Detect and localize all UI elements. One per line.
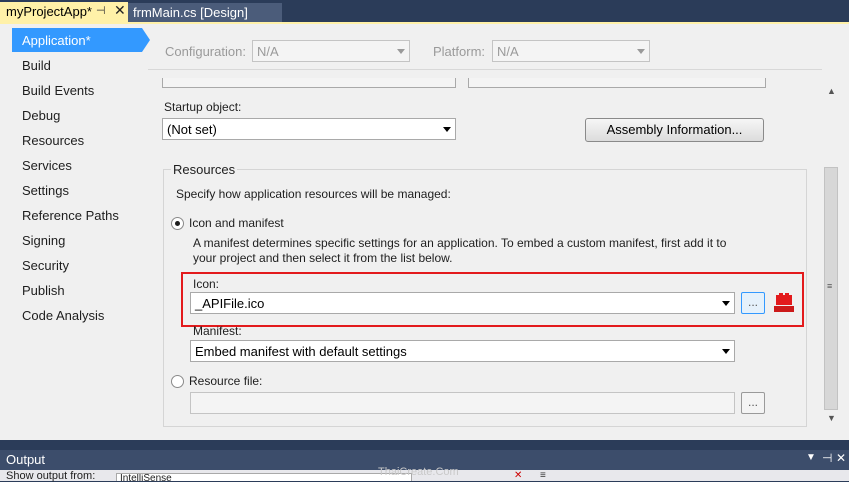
sidebar-item-services[interactable]: Services <box>12 153 148 177</box>
icon-manifest-radio[interactable] <box>171 217 184 230</box>
resource-file-browse-button[interactable]: ... <box>741 392 765 414</box>
tab-myprojectapp[interactable]: myProjectApp* ⊣ ✕ <box>0 2 128 23</box>
close-icon[interactable]: ✕ <box>836 451 846 465</box>
sidebar-item-resources[interactable]: Resources <box>12 128 148 152</box>
chevron-down-icon <box>443 127 451 132</box>
properties-sidebar: Application* Build Build Events Debug Re… <box>0 24 150 440</box>
sidebar-item-label: Application* <box>22 33 91 48</box>
assembly-information-button[interactable]: Assembly Information... <box>585 118 764 142</box>
sidebar-item-label: Publish <box>22 283 65 298</box>
configuration-label: Configuration: <box>165 44 246 59</box>
icon-dropdown[interactable]: _APIFile.ico <box>190 292 735 314</box>
manifest-value: Embed manifest with default settings <box>195 344 407 359</box>
sidebar-item-label: Services <box>22 158 72 173</box>
chevron-down-icon <box>722 301 730 306</box>
sidebar-item-label: Resources <box>22 133 85 148</box>
chevron-down-icon <box>722 349 730 354</box>
resources-group-title: Resources <box>171 162 238 177</box>
red-resource-icon <box>774 293 794 312</box>
sidebar-item-label: Build <box>22 58 51 73</box>
active-tab-arrow <box>142 28 150 52</box>
platform-dropdown[interactable]: N/A <box>492 40 650 62</box>
content-separator <box>148 69 822 70</box>
partial-dropdown-left[interactable] <box>162 78 456 88</box>
scroll-up-arrow-icon[interactable]: ▲ <box>827 86 836 96</box>
manifest-label: Manifest: <box>193 324 242 338</box>
sidebar-item-signing[interactable]: Signing <box>12 228 148 252</box>
platform-label: Platform: <box>433 44 486 59</box>
scroll-down-arrow-icon[interactable]: ▼ <box>827 413 836 423</box>
icon-label: Icon: <box>193 277 220 291</box>
show-output-from-label: Show output from: <box>6 470 96 482</box>
tab-frmmain-design[interactable]: frmMain.cs [Design] <box>128 3 282 22</box>
sidebar-item-label: Settings <box>22 183 69 198</box>
sidebar-item-build[interactable]: Build <box>12 53 148 77</box>
sidebar-item-reference-paths[interactable]: Reference Paths <box>12 203 148 227</box>
sidebar-item-publish[interactable]: Publish <box>12 278 148 302</box>
startup-object-dropdown[interactable]: (Not set) <box>162 118 456 140</box>
resource-file-radio[interactable] <box>171 375 184 388</box>
sidebar-item-build-events[interactable]: Build Events <box>12 78 148 102</box>
chevron-down-icon <box>637 49 645 54</box>
sidebar-item-security[interactable]: Security <box>12 253 148 277</box>
close-icon[interactable]: ✕ <box>114 2 126 19</box>
scroll-grip-icon: ≡ <box>827 281 833 291</box>
sidebar-item-label: Signing <box>22 233 66 248</box>
watermark-text: ThaiCreate.Com <box>378 466 459 478</box>
output-source-dropdown[interactable]: IntelliSense <box>116 473 412 481</box>
word-wrap-icon[interactable]: ≡ <box>540 471 546 481</box>
dropdown-arrow-icon[interactable]: ▼ <box>806 452 816 463</box>
startup-object-value: (Not set) <box>167 122 217 137</box>
sidebar-item-debug[interactable]: Debug <box>12 103 148 127</box>
chevron-down-icon <box>397 49 405 54</box>
configuration-dropdown[interactable]: N/A <box>252 40 410 62</box>
sidebar-item-code-analysis[interactable]: Code Analysis <box>12 303 148 327</box>
sidebar-item-application[interactable]: Application* <box>12 28 142 52</box>
sidebar-item-label: Reference Paths <box>22 208 119 223</box>
configuration-value: N/A <box>257 44 279 59</box>
icon-browse-button[interactable]: ... <box>741 292 765 314</box>
clear-all-icon[interactable]: ✕ <box>514 471 522 481</box>
tab-label: myProjectApp* <box>6 4 92 19</box>
manifest-help-text-line1: A manifest determines specific settings … <box>193 236 727 250</box>
resource-icon-button[interactable] <box>772 292 796 314</box>
panel-splitter[interactable] <box>0 440 849 450</box>
pin-icon[interactable]: ⊣ <box>822 451 832 465</box>
manifest-dropdown[interactable]: Embed manifest with default settings <box>190 340 735 362</box>
manifest-help-text-line2: your project and then select it from the… <box>193 251 453 265</box>
pin-icon[interactable]: ⊣ <box>96 4 106 17</box>
icon-manifest-label: Icon and manifest <box>189 216 284 230</box>
sidebar-item-label: Code Analysis <box>22 308 105 323</box>
output-window-toolbar: Show output from: IntelliSense ThaiCreat… <box>0 466 849 482</box>
output-source-value: IntelliSense <box>120 473 172 481</box>
resource-file-label: Resource file: <box>189 374 263 388</box>
resources-description: Specify how application resources will b… <box>176 187 451 201</box>
sidebar-item-label: Security <box>22 258 69 273</box>
sidebar-item-label: Debug <box>22 108 61 123</box>
sidebar-item-label: Build Events <box>22 83 95 98</box>
partial-dropdown-right[interactable] <box>468 78 766 88</box>
output-title: Output <box>6 452 46 467</box>
sidebar-item-settings[interactable]: Settings <box>12 178 148 202</box>
icon-value: _APIFile.ico <box>195 296 265 311</box>
platform-value: N/A <box>497 44 519 59</box>
resource-file-input[interactable] <box>190 392 735 414</box>
tab-label: frmMain.cs [Design] <box>133 5 248 20</box>
startup-object-label: Startup object: <box>164 100 242 114</box>
